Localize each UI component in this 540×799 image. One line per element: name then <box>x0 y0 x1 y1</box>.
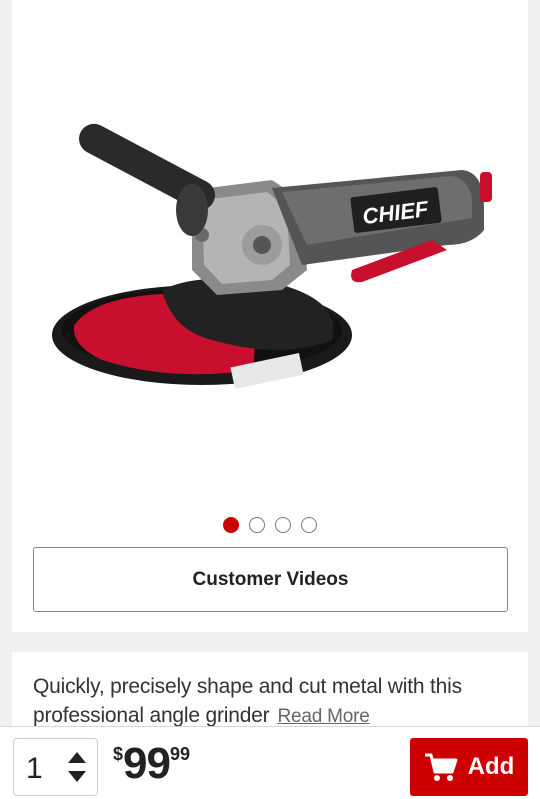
product-image[interactable]: CHIEF <box>52 40 512 460</box>
carousel-dot-1[interactable] <box>223 517 239 533</box>
quantity-stepper[interactable]: 1 <box>13 738 98 796</box>
carousel-dot-2[interactable] <box>249 517 265 533</box>
customer-videos-button[interactable]: Customer Videos <box>33 547 508 612</box>
purchase-bar: 1 $9999 Add <box>0 726 540 799</box>
quantity-value: 1 <box>26 752 43 785</box>
price-dollars: 99 <box>123 739 171 788</box>
product-image-card: CHIEF Customer Videos <box>12 0 528 632</box>
description-text: Quickly, precisely shape and cut metal w… <box>33 675 462 727</box>
read-more-link[interactable]: Read More <box>277 706 369 727</box>
add-button-label: Add <box>467 753 515 780</box>
product-description: Quickly, precisely shape and cut metal w… <box>33 672 503 731</box>
price: $9999 <box>113 742 190 786</box>
carousel-dot-4[interactable] <box>301 517 317 533</box>
add-to-cart-button[interactable]: Add <box>410 738 528 796</box>
price-cents: 99 <box>169 744 190 764</box>
stepper-arrows-icon[interactable] <box>67 750 87 784</box>
carousel-dot-3[interactable] <box>275 517 291 533</box>
price-currency: $ <box>113 744 124 764</box>
carousel-indicators <box>12 517 528 535</box>
description-card: Quickly, precisely shape and cut metal w… <box>12 652 528 732</box>
cart-icon <box>424 753 458 781</box>
